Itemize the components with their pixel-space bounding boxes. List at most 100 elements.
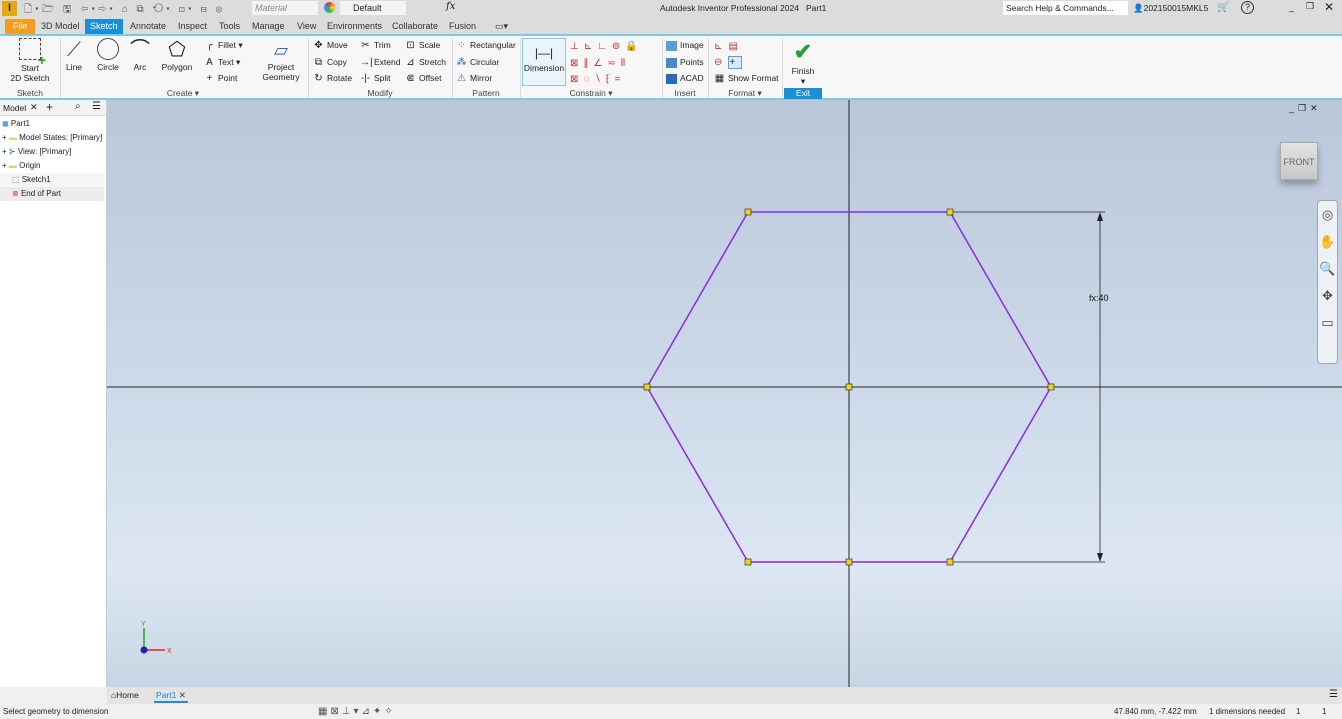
zoom-icon[interactable]: 🔍 xyxy=(1318,255,1337,282)
tree-item-model-states[interactable]: + ▬ Model States: [Primary] xyxy=(2,131,106,145)
dimension-label[interactable]: fx:40 xyxy=(1089,293,1109,303)
help-icon[interactable]: ? xyxy=(1241,1,1254,14)
dimension-button[interactable]: |—| Dimension xyxy=(522,38,566,86)
offset-button[interactable]: ⋐ Offset xyxy=(405,72,441,84)
circular-pattern-button[interactable]: ⁂ Circular xyxy=(456,57,500,68)
close-tab-icon[interactable]: ✕ xyxy=(179,690,186,700)
tree-item-part1[interactable]: ◼ Part1 xyxy=(2,117,106,131)
stretch-button[interactable]: ⊿ Stretch xyxy=(405,57,446,68)
cart-icon[interactable]: 🛒 xyxy=(1217,2,1229,13)
pan-icon[interactable]: ✋ xyxy=(1318,228,1337,255)
home-tab[interactable]: ⌂Home xyxy=(111,690,139,700)
rotate-button[interactable]: ↻ Rotate xyxy=(313,73,352,84)
close-button[interactable]: ✕ xyxy=(1324,0,1334,14)
offset-icon: ⋐ xyxy=(406,72,415,84)
trim-button[interactable]: ✂ Trim xyxy=(360,40,390,51)
sketch-point[interactable] xyxy=(744,558,752,566)
graphics-viewport[interactable]: fx:40 Y X _❐✕ FRONT ◎ ✋ 🔍 ✥ ▭ xyxy=(107,100,1342,687)
tab-file[interactable]: File xyxy=(5,19,35,34)
restore-button[interactable]: ❐ xyxy=(1306,1,1314,12)
constraint-icons[interactable]: ⊥⊾∟⊚🔒 ⊠∥∠≂⦀ ⊠◌∖⁅= xyxy=(570,39,658,89)
text-button[interactable]: A Text ▾ xyxy=(204,57,240,68)
sketch-point[interactable] xyxy=(643,383,651,391)
navigation-bar[interactable]: ◎ ✋ 🔍 ✥ ▭ xyxy=(1317,200,1338,364)
triad-y-label: Y xyxy=(141,621,146,628)
copy-button[interactable]: ⧉ Copy xyxy=(313,57,347,68)
sketch-canvas[interactable]: fx:40 Y X xyxy=(107,100,1342,687)
line-button[interactable]: ⟋ Line xyxy=(62,38,86,72)
arrow-top xyxy=(1097,212,1103,221)
panel-label-insert: Insert xyxy=(674,88,696,98)
steering-wheel-icon[interactable]: ◎ xyxy=(1318,201,1337,228)
triad-origin xyxy=(140,646,148,654)
circle-button[interactable]: Circle xyxy=(94,38,122,72)
search-input[interactable]: Search Help & Commands... xyxy=(1003,1,1128,15)
sketch-point[interactable] xyxy=(845,383,853,391)
ribbon-display-toggle[interactable]: ▭▾ xyxy=(490,19,513,34)
split-button[interactable]: -|- Split xyxy=(360,73,391,84)
tab-view[interactable]: View xyxy=(292,19,321,34)
show-format-button[interactable]: ▦ Show Format xyxy=(714,73,779,84)
project-geometry-button[interactable]: ▱ Project Geometry xyxy=(258,38,304,82)
tree-item-sketch1[interactable]: ⬚ Sketch1 xyxy=(0,173,104,187)
viewcube-front[interactable]: FRONT xyxy=(1280,142,1318,180)
material-dropdown[interactable]: Material xyxy=(252,1,318,15)
sketch-point[interactable] xyxy=(845,558,853,566)
tab-sketch[interactable]: Sketch xyxy=(85,19,123,34)
panel-label-format[interactable]: Format ▾ xyxy=(708,88,782,99)
user-account[interactable]: 👤202150015MKL5 xyxy=(1133,3,1208,14)
mirror-button[interactable]: ⚠ Mirror xyxy=(456,73,492,84)
tab-collaborate[interactable]: Collaborate xyxy=(387,19,443,34)
image-button[interactable]: Image xyxy=(666,40,704,51)
browser-tab-model[interactable]: Model xyxy=(3,103,26,113)
start-sketch-icon: + xyxy=(19,38,46,67)
orbit-icon[interactable]: ✥ xyxy=(1318,282,1337,309)
tree-item-origin[interactable]: + ▬ Origin xyxy=(2,159,106,173)
status-count-1: 1 xyxy=(1296,707,1301,716)
scale-button[interactable]: ⊡ Scale xyxy=(405,40,440,51)
finish-sketch-button[interactable]: ✔ Finish ▾ xyxy=(786,38,820,86)
menu-icon[interactable]: ☰ xyxy=(92,101,101,112)
search-icon[interactable]: ⌕ xyxy=(75,101,81,112)
close-browser-icon[interactable]: ✕ xyxy=(30,102,38,113)
appearance-dropdown[interactable]: Default xyxy=(340,1,406,15)
extend-button[interactable]: →|Extend xyxy=(360,57,400,68)
points-button[interactable]: Points xyxy=(666,57,704,68)
fillet-button[interactable]: ╭ Fillet ▾ xyxy=(204,39,242,51)
tab-fusion[interactable]: Fusion xyxy=(444,19,481,34)
sketch-point[interactable] xyxy=(1047,383,1055,391)
sketch-point[interactable] xyxy=(744,208,752,216)
polygon-button[interactable]: ⬠ Polygon xyxy=(160,38,194,72)
add-browser-icon[interactable]: + xyxy=(46,100,53,114)
format-icons[interactable]: ⊾▤ ⊖+ xyxy=(714,39,744,71)
part1-tab[interactable]: Part1 ✕ xyxy=(154,688,188,703)
copy-icon: ⧉ xyxy=(314,56,323,68)
mirror-icon: ⚠ xyxy=(457,72,466,84)
minimize-button[interactable]: _ xyxy=(1289,2,1294,12)
tab-tools[interactable]: Tools xyxy=(214,19,245,34)
tab-inspect[interactable]: Inspect xyxy=(173,19,212,34)
user-name: 202150015MKL5 xyxy=(1143,3,1209,13)
tab-annotate[interactable]: Annotate xyxy=(125,19,171,34)
arc-button[interactable]: ⌒ Arc xyxy=(129,38,151,72)
sketch-point[interactable] xyxy=(946,558,954,566)
point-button[interactable]: + Point xyxy=(204,73,238,84)
sketch-point[interactable] xyxy=(946,208,954,216)
tree-item-view[interactable]: + ⊱ View: [Primary] xyxy=(2,145,106,159)
fx-icon[interactable]: fx xyxy=(446,1,455,12)
tab-3d-model[interactable]: 3D Model xyxy=(36,19,85,34)
fillet-icon: ╭ xyxy=(206,39,213,51)
view-face-icon[interactable]: ▭ xyxy=(1318,309,1337,336)
panel-label-constrain[interactable]: Constrain ▾ xyxy=(520,88,662,99)
tabs-menu-icon[interactable]: ☰ xyxy=(1329,689,1338,700)
acad-button[interactable]: ACAD xyxy=(666,73,704,84)
move-button[interactable]: ✥ Move xyxy=(313,40,348,51)
viewport-window-controls[interactable]: _❐✕ xyxy=(1289,103,1322,114)
tree-item-end-of-part[interactable]: ⊗ End of Part xyxy=(0,187,104,201)
tab-environments[interactable]: Environments xyxy=(322,19,387,34)
rectangular-pattern-button[interactable]: ⁘ Rectangular xyxy=(456,40,516,51)
tab-manage[interactable]: Manage xyxy=(247,19,290,34)
panel-label-create[interactable]: Create ▾ xyxy=(60,88,306,99)
status-tool-icons[interactable]: ▦⊠⊥▾⊿✦✧ xyxy=(318,704,396,719)
start-2d-sketch-button[interactable]: + Start 2D Sketch xyxy=(8,38,52,83)
